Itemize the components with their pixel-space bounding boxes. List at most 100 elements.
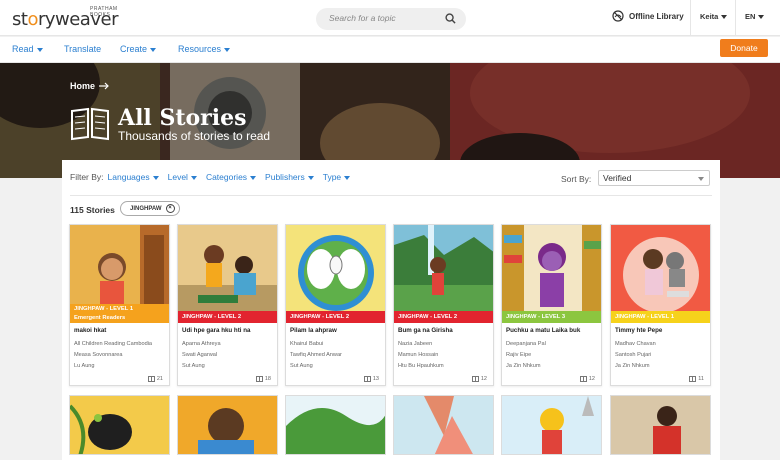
filter-type[interactable]: Type [323, 172, 351, 182]
story-card[interactable] [501, 395, 602, 455]
story-author[interactable]: Nazia Jabeen [398, 341, 432, 347]
story-card[interactable] [610, 395, 711, 455]
divider [690, 0, 691, 36]
offline-icon [612, 10, 624, 22]
filter-publishers[interactable]: Publishers [265, 172, 314, 182]
story-translator[interactable]: Lu Aung [74, 363, 95, 369]
story-translator[interactable]: Sut Aung [182, 363, 205, 369]
divider [735, 0, 736, 36]
story-card[interactable] [69, 395, 170, 455]
book-icon [689, 376, 697, 382]
read-count: 18 [255, 376, 271, 382]
story-translator[interactable]: Htu Bu Hpauhkum [398, 363, 444, 369]
story-illustrator[interactable]: Measa Sovonnarea [74, 352, 123, 358]
story-illustrator[interactable]: Santosh Pujari [615, 352, 651, 358]
level-badge: JINGHPAW - LEVEL 2 [286, 311, 385, 323]
read-count: 21 [147, 376, 163, 382]
divider [70, 195, 712, 196]
story-illustrator[interactable]: Rajiv Eipe [506, 352, 531, 358]
story-translator[interactable]: Sut Aung [290, 363, 313, 369]
search-input[interactable]: Search for a topic [329, 13, 396, 23]
story-card[interactable]: JINGHPAW - LEVEL 3 Puchku a matu Laika b… [501, 224, 602, 386]
read-count: 12 [579, 376, 595, 382]
language-code: EN [745, 12, 756, 21]
story-title[interactable]: makoi hkat [74, 327, 106, 334]
story-title[interactable]: Pilam la ahpraw [290, 327, 337, 334]
story-card[interactable]: JINGHPAW - LEVEL 2 Pilam la ahpraw Khair… [285, 224, 386, 386]
story-cover-image [611, 225, 710, 323]
story-cover-image [502, 225, 601, 323]
story-translator[interactable]: Ja Zin Nhkum [615, 363, 650, 369]
close-icon[interactable]: × [165, 204, 175, 213]
offline-library-label: Offline Library [629, 11, 684, 21]
filter-label: Filter By: [70, 172, 104, 182]
story-author[interactable]: All Children Reading Cambodia [74, 341, 152, 347]
story-title[interactable]: Timmy hte Pepe [615, 327, 662, 334]
story-title[interactable]: Puchku a matu Laika buk [506, 327, 580, 334]
story-card[interactable]: JINGHPAW - LEVEL 2 Bum ga na Girisha Naz… [393, 224, 494, 386]
book-icon [579, 376, 587, 382]
story-cover-image [611, 396, 710, 454]
story-illustrator[interactable]: Tawfiq Ahmed Anwar [290, 352, 342, 358]
chevron-down-icon [698, 177, 704, 181]
filter-categories[interactable]: Categories [206, 172, 257, 182]
language-menu[interactable]: EN [745, 12, 765, 21]
level-badge: JINGHPAW - LEVEL 1 Emergent Readers [70, 304, 169, 323]
book-icon [255, 376, 263, 382]
chevron-down-icon [758, 15, 765, 20]
story-card[interactable] [285, 395, 386, 455]
results-count: 115 Stories [70, 205, 115, 215]
read-count: 12 [471, 376, 487, 382]
chip-label: JINGHPAW [130, 205, 162, 212]
story-author[interactable]: Madhav Chavan [615, 341, 656, 347]
nav-resources[interactable]: Resources [178, 44, 231, 54]
chevron-down-icon [36, 47, 43, 52]
story-cover-image [394, 225, 493, 323]
story-card[interactable] [393, 395, 494, 455]
story-title[interactable]: Udi hpe gara hku hti na [182, 327, 250, 334]
nav-translate[interactable]: Translate [64, 44, 101, 54]
filter-level[interactable]: Level [168, 172, 197, 182]
chevron-down-icon [721, 15, 728, 20]
story-author[interactable]: Aparna Athreya [182, 341, 221, 347]
story-card[interactable] [177, 395, 278, 455]
story-author[interactable]: Khairul Babui [290, 341, 323, 347]
chevron-down-icon [344, 175, 351, 180]
search-box[interactable]: Search for a topic [316, 8, 466, 30]
filter-languages[interactable]: Languages [108, 172, 159, 182]
nav-read[interactable]: Read [12, 44, 43, 54]
story-translator[interactable]: Ja Zin Nhkum [506, 363, 541, 369]
offline-library-link[interactable]: Offline Library [612, 10, 684, 22]
story-illustrator[interactable]: Swati Agarwal [182, 352, 217, 358]
search-icon[interactable] [445, 13, 456, 24]
story-illustrator[interactable]: Mamun Hossain [398, 352, 438, 358]
story-card[interactable]: JINGHPAW - LEVEL 1 Emergent Readers makoi… [69, 224, 170, 386]
story-card[interactable]: JINGHPAW - LEVEL 1 Timmy hte Pepe Madhav… [610, 224, 711, 386]
chevron-down-icon [150, 47, 157, 52]
user-name: Keita [700, 12, 719, 21]
story-author[interactable]: Deepanjana Pal [506, 341, 546, 347]
story-cover-image [178, 225, 277, 323]
story-cover-image [70, 396, 169, 454]
top-bar: PRATHAM BOOKS storyweaver Search for a t… [0, 0, 780, 36]
breadcrumb[interactable]: Home [70, 81, 109, 91]
read-count: 13 [363, 376, 379, 382]
chevron-down-icon [152, 175, 159, 180]
sort-value: Verified [603, 173, 632, 183]
nav-create[interactable]: Create [120, 44, 157, 54]
sort-select[interactable]: Verified [598, 170, 710, 186]
arrow-right-icon [99, 82, 109, 90]
story-card[interactable]: JINGHPAW - LEVEL 2 Udi hpe gara hku hti … [177, 224, 278, 386]
chevron-down-icon [307, 175, 314, 180]
level-badge: JINGHPAW - LEVEL 3 [502, 311, 601, 323]
filter-bar: Filter By: Languages Level Categories Pu… [70, 172, 359, 182]
active-filter-chip: JINGHPAW × [120, 201, 180, 216]
donate-button[interactable]: Donate [720, 39, 768, 57]
sort-label: Sort By: [561, 174, 592, 184]
breadcrumb-home[interactable]: Home [70, 81, 95, 91]
chevron-down-icon [250, 175, 257, 180]
story-cover-image [286, 396, 385, 454]
read-count: 11 [689, 376, 704, 382]
user-menu[interactable]: Keita [700, 12, 728, 21]
story-title[interactable]: Bum ga na Girisha [398, 327, 453, 334]
